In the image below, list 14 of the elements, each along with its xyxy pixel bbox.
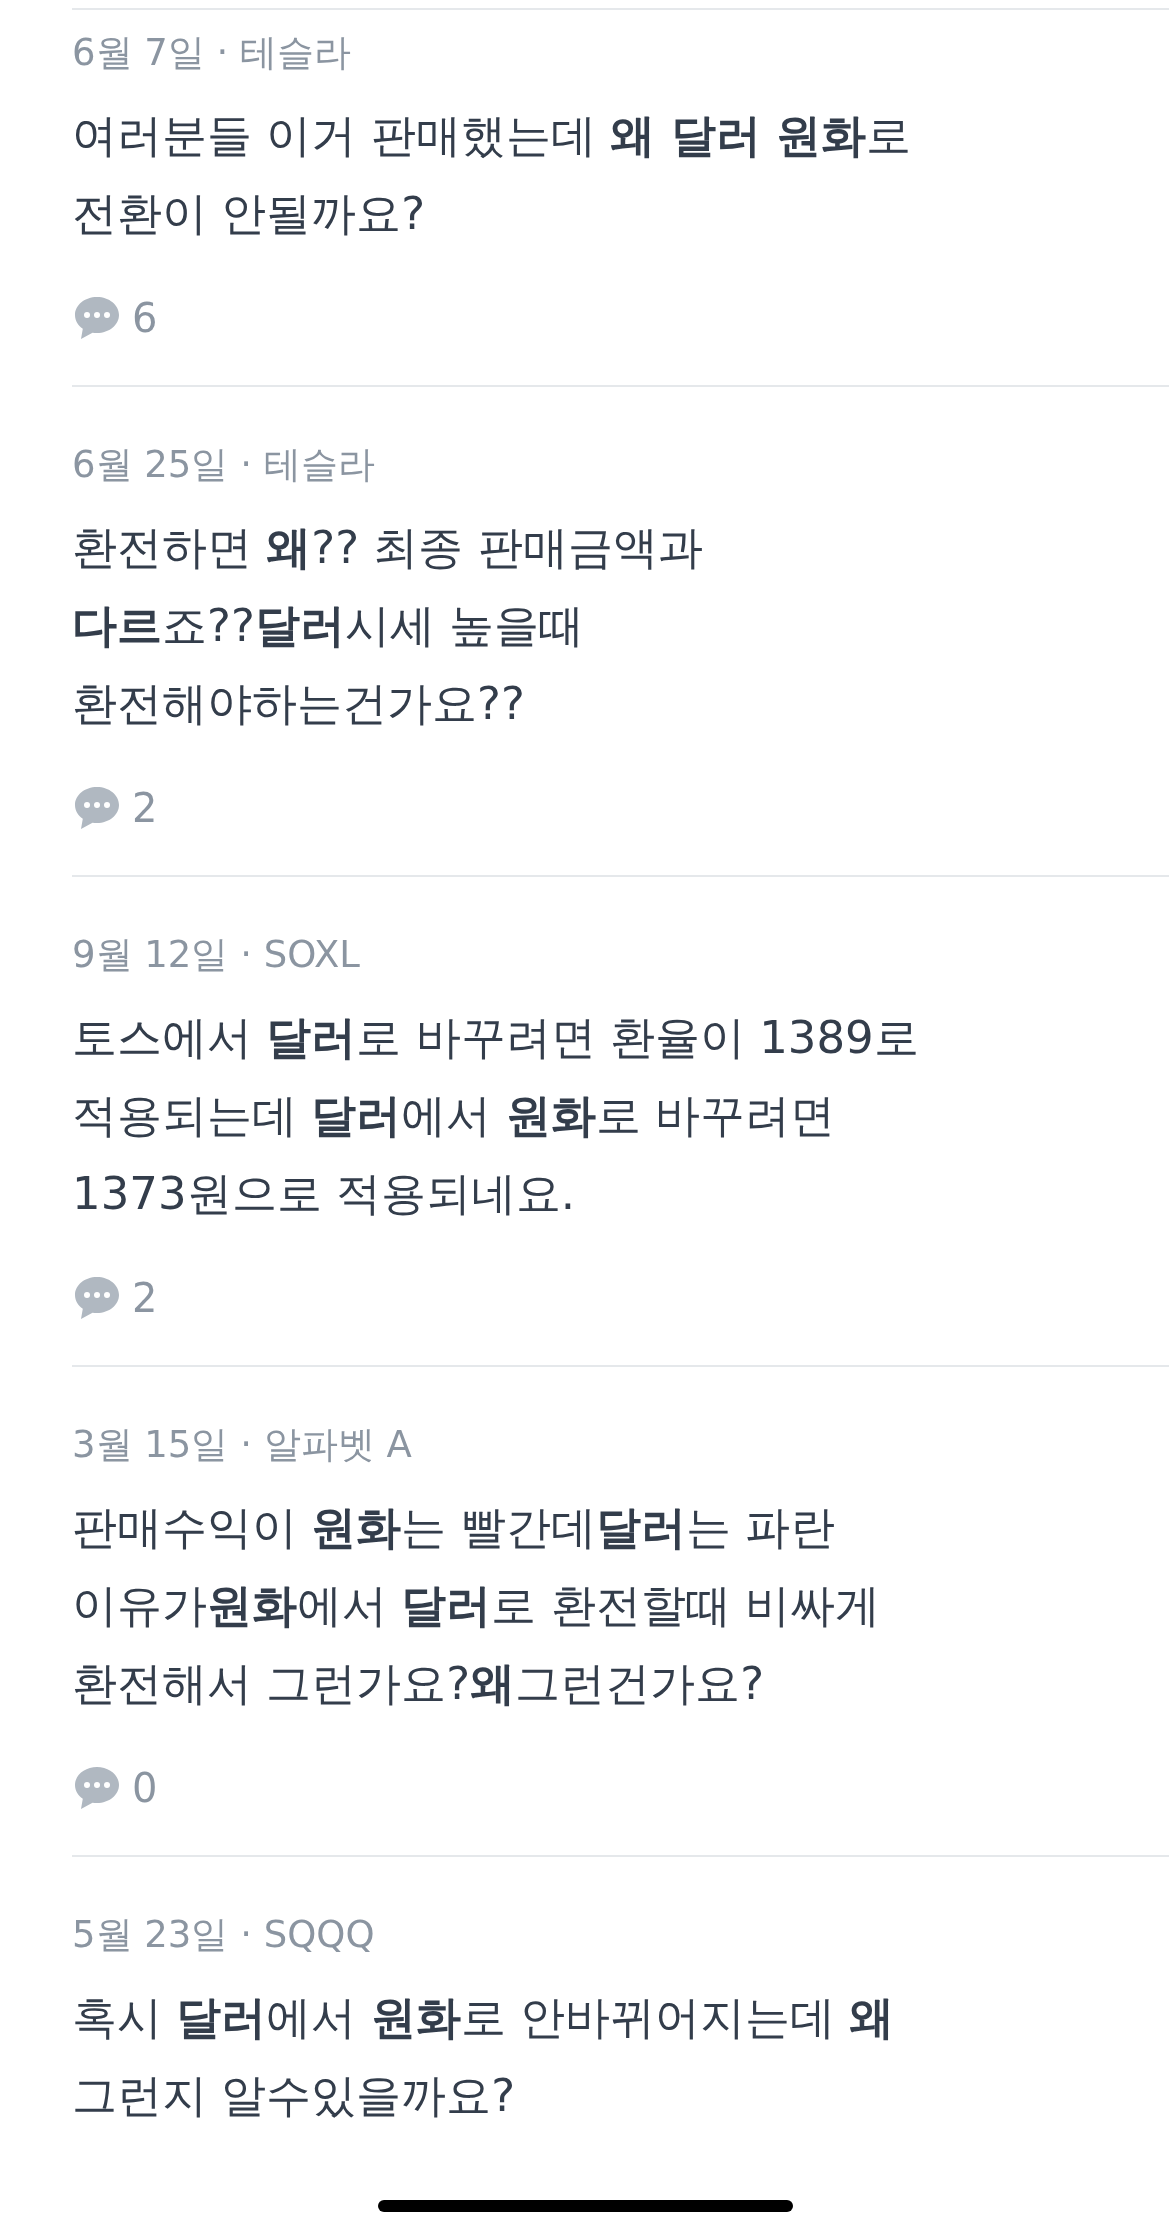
post-text[interactable]: 판매수익이 원화는 빨간데달러는 파란 이유가원화에서 달러로 환전할때 비싸게 환전해서 그런가요?왜그런건가요? [72, 1489, 1097, 1723]
post-meta: 6월 7일 · 테슬라 [72, 31, 353, 75]
post-text[interactable]: 환전하면 왜?? 최종 판매금액과 다르죠??달러시세 높을때 환전해야하는건가요?? [72, 509, 1097, 743]
post-text[interactable]: 혹시 달러에서 원화로 안바뀌어지는데 왜 그런지 알수있을까요? [72, 1979, 1097, 2135]
post-meta: 5월 23일 · SQQQ [72, 1913, 376, 1957]
comment-count: 2 [132, 784, 158, 833]
comment-count: 0 [132, 1764, 158, 1813]
comment-count: 6 [132, 294, 158, 343]
post-meta: 9월 12일 · SOXL [72, 933, 361, 977]
post-meta: 6월 25일 · 테슬라 [72, 443, 376, 487]
post-text[interactable]: 여러분들 이거 판매했는데 왜 달러 원화로 전환이 안될까요? [72, 97, 1097, 253]
post-meta: 3월 15일 · 알파벳 A [72, 1423, 413, 1467]
post-text[interactable]: 토스에서 달러로 바꾸려면 환율이 1389로 적용되는데 달러에서 원화로 바꾸려면 1373원으로 적용되네요. [72, 999, 1097, 1233]
comment-count: 2 [132, 1274, 158, 1323]
